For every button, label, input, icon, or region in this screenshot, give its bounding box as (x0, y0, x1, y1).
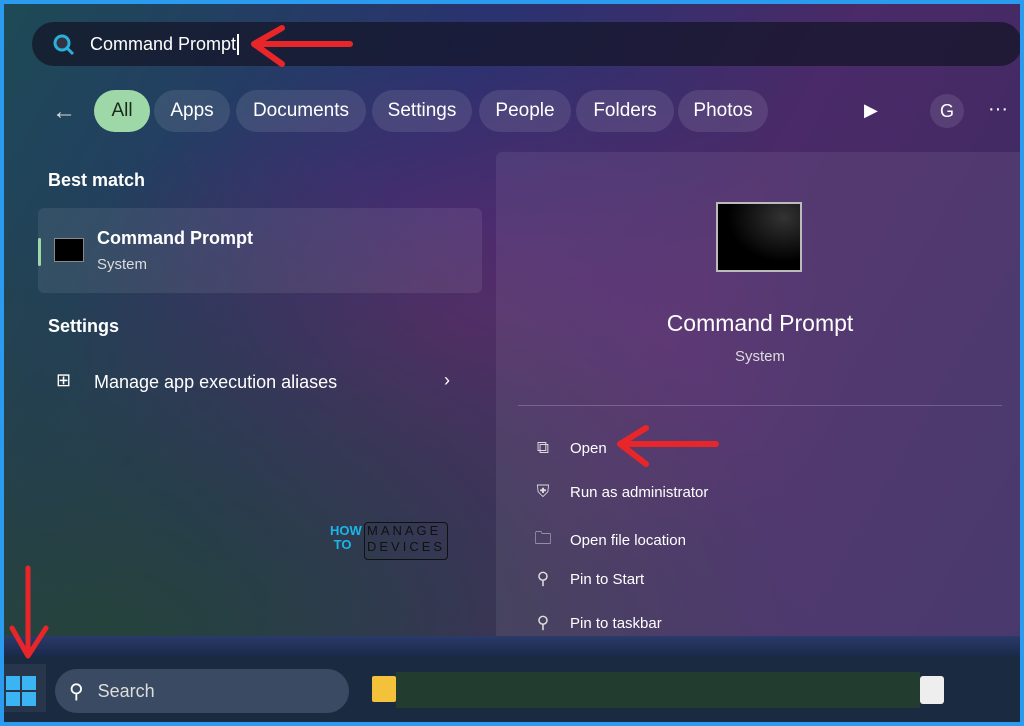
chevron-right-icon: › (444, 370, 450, 390)
action-label: Pin to Start (570, 570, 645, 588)
action-pin-to-taskbar[interactable]: ⚲ Pin to taskbar (532, 613, 662, 633)
open-icon: ⧉ (536, 438, 550, 457)
cmd-large-icon (716, 202, 802, 272)
watermark-logo: HOW TO (330, 523, 362, 552)
windows-icon (6, 676, 36, 706)
divider (518, 405, 1002, 406)
filter-documents[interactable]: Documents (236, 90, 366, 132)
red-arrow-annotation (617, 425, 719, 467)
red-arrow-annotation (251, 25, 353, 67)
result-subtitle: System (97, 256, 148, 273)
red-arrow-annotation (9, 565, 49, 659)
settings-heading: Settings (48, 316, 120, 336)
cmd-icon (54, 238, 84, 262)
action-label: Open (570, 439, 607, 457)
action-pin-to-start[interactable]: ⚲ Pin to Start (532, 569, 644, 589)
file-explorer-icon[interactable] (372, 676, 396, 702)
watermark-box: MANAGE DEVICES (364, 522, 448, 560)
action-label: Open file location (570, 532, 686, 549)
taskbar-search[interactable]: ⚲ Search (55, 669, 349, 713)
best-match-heading: Best match (48, 170, 146, 190)
action-label: Pin to taskbar (570, 614, 662, 632)
shield-icon: ⛨ (536, 482, 550, 501)
preview-subtitle: System (734, 348, 785, 365)
app-settings-icon: ⊞ (56, 370, 72, 390)
redacted-taskbar-apps (396, 672, 920, 708)
taskbar: ⚲ Search (4, 656, 1020, 722)
action-label: Run as administrator (570, 483, 709, 501)
start-search-window: Command Prompt ← All Apps Documents Sett… (4, 4, 1020, 722)
best-match-result[interactable]: Command Prompt System (38, 208, 482, 293)
result-title: Command Prompt (97, 228, 254, 248)
filter-apps[interactable]: Apps (154, 90, 230, 132)
action-run-as-admin[interactable]: ⛨ Run as administrator (532, 482, 709, 502)
search-input[interactable]: Command Prompt (32, 22, 1020, 66)
pin-icon: ⚲ (536, 569, 550, 588)
desktop-strip (4, 636, 1020, 656)
pin-icon: ⚲ (536, 613, 550, 632)
selection-indicator (38, 238, 41, 266)
search-icon (53, 34, 75, 56)
filter-settings[interactable]: Settings (372, 90, 472, 132)
folder-icon: 🗀 (534, 529, 552, 548)
start-button[interactable] (4, 664, 46, 712)
taskbar-search-label: Search (97, 680, 155, 701)
avatar[interactable]: G (930, 94, 964, 128)
settings-item-aliases[interactable]: ⊞ Manage app execution aliases › (38, 364, 482, 402)
filter-folders[interactable]: Folders (576, 90, 674, 132)
store-icon[interactable] (920, 676, 944, 704)
search-icon: ⚲ (69, 680, 84, 703)
action-open-file-location[interactable]: 🗀 Open file location (532, 526, 686, 555)
filter-people[interactable]: People (479, 90, 571, 132)
filter-all[interactable]: All (94, 90, 150, 132)
preview-title: Command Prompt (666, 310, 854, 336)
more-options-icon[interactable]: ··· (988, 98, 1008, 121)
settings-item-label: Manage app execution aliases (94, 372, 338, 392)
back-arrow-icon[interactable]: ← (52, 98, 76, 126)
preview-panel: Command Prompt System ⧉ Open ⛨ Run as admi… (496, 152, 1020, 642)
action-open[interactable]: ⧉ Open (532, 438, 607, 458)
play-icon[interactable]: ▶ (864, 100, 878, 121)
search-value[interactable]: Command Prompt (90, 33, 240, 55)
filter-photos[interactable]: Photos (678, 90, 768, 132)
